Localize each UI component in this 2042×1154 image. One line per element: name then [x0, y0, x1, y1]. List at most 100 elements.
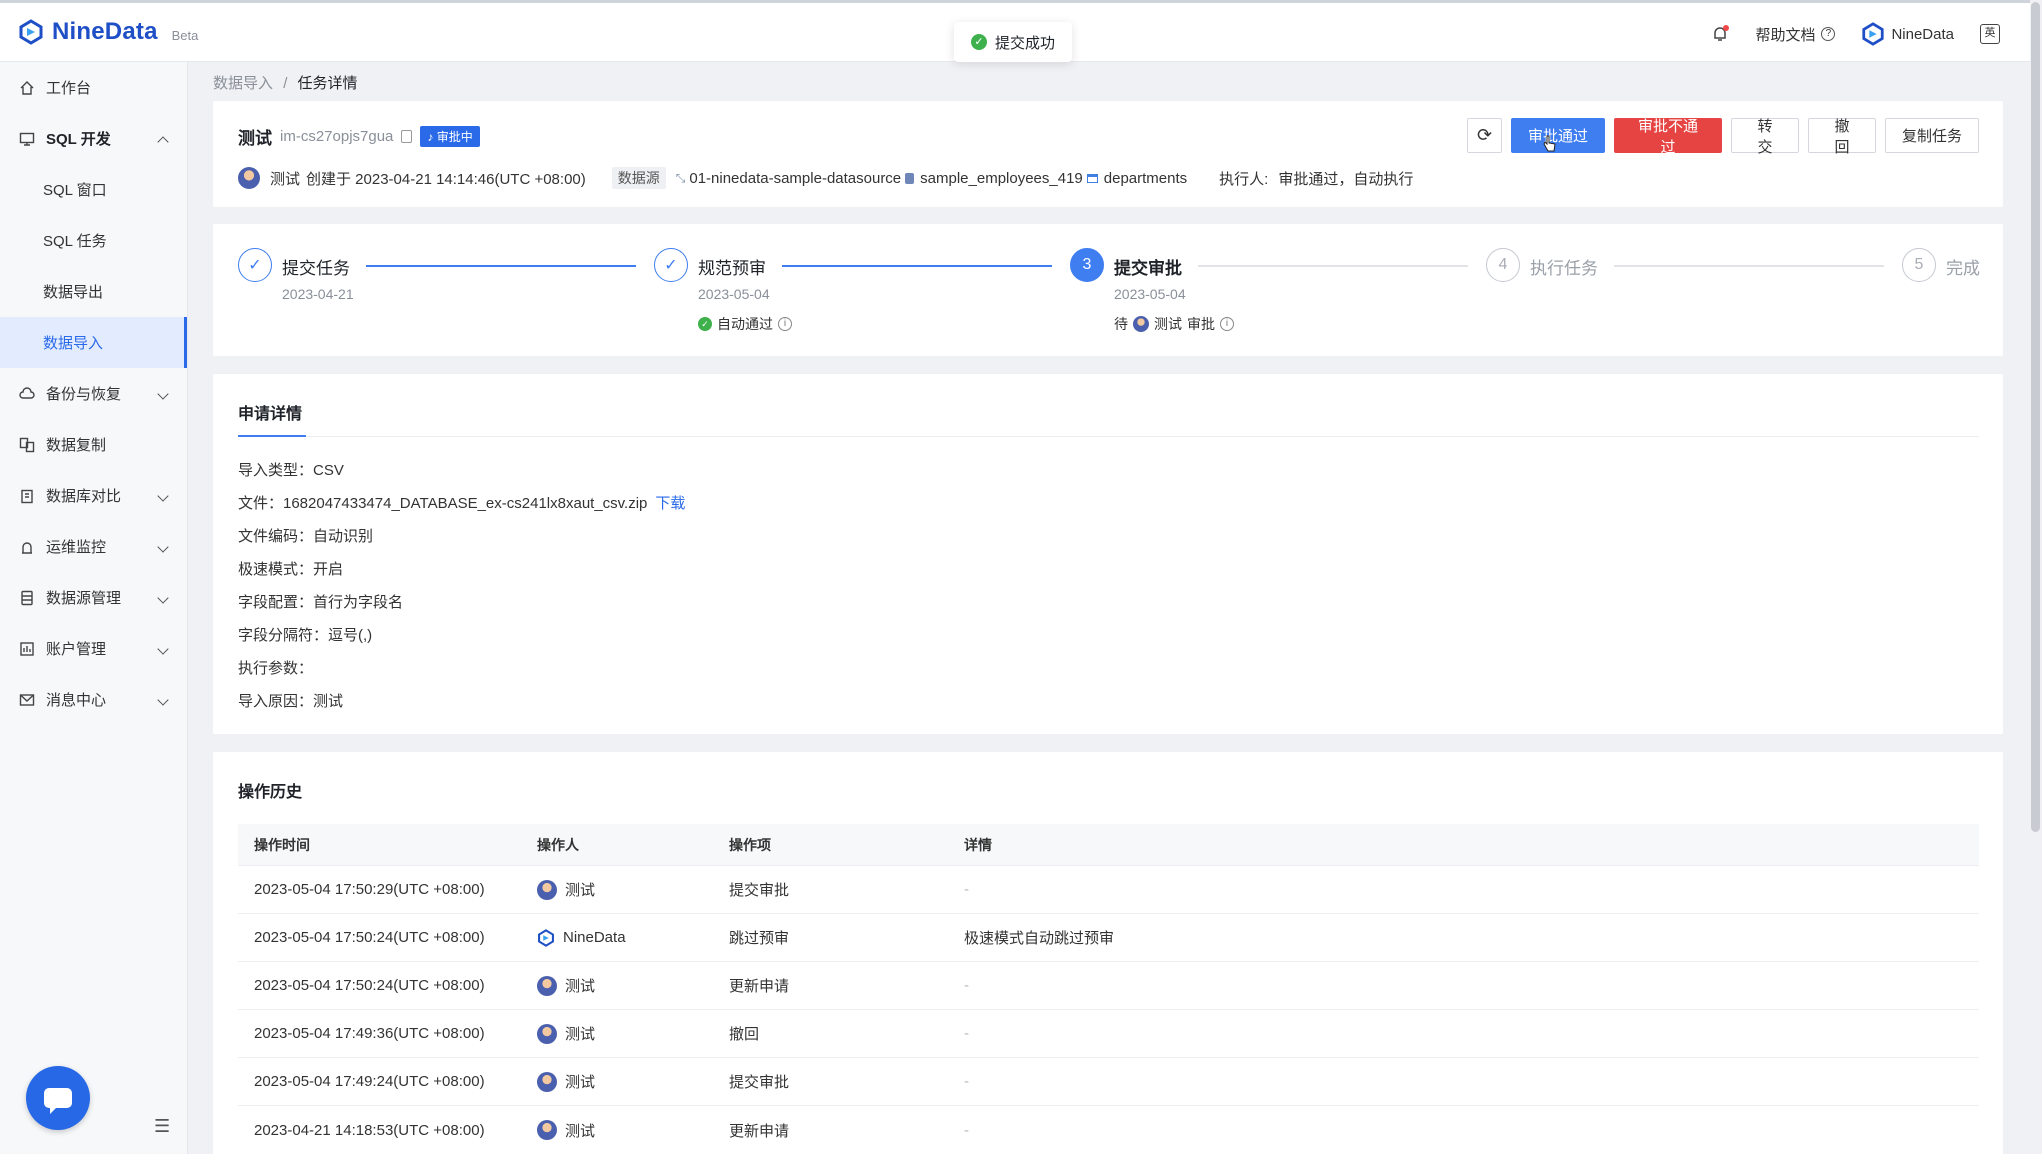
- col-header: 操作人: [537, 836, 579, 853]
- step-note: 待 测试 审批 i: [1114, 314, 1234, 334]
- section-title: 操作历史: [238, 784, 303, 801]
- cell-detail: -: [964, 881, 969, 898]
- cell-user-name: 测试: [565, 1026, 596, 1043]
- table-header: 操作时间 操作人 操作项 详情: [238, 824, 1979, 866]
- info-icon[interactable]: i: [1220, 317, 1234, 331]
- step-note-text: 自动通过: [717, 316, 773, 332]
- collapse-sidebar-icon[interactable]: ☰: [154, 1116, 170, 1137]
- sidebar-item-label: 数据复制: [46, 437, 107, 454]
- revoke-button[interactable]: 撤 回: [1808, 118, 1876, 156]
- application-details-card: 申请详情 导入类型：CSV 文件：1682047433474_DATABASE_…: [213, 374, 2003, 734]
- step-number: 3: [1070, 248, 1104, 282]
- sidebar-item-ops-monitor[interactable]: 运维监控: [0, 521, 187, 572]
- step-date: 2023-05-04: [1114, 286, 1186, 302]
- cell-user: 测试: [537, 1071, 729, 1092]
- page-scrollbar[interactable]: [2031, 2, 2040, 832]
- chat-support-button[interactable]: [26, 1066, 90, 1130]
- sidebar-item-sql-dev[interactable]: SQL 开发: [0, 113, 187, 164]
- cell-user-name: 测试: [565, 1074, 596, 1091]
- progress-steps-card: ✓ 提交任务 2023-04-21 ✓ 规范预审 2023-05-04 ✓ 自动…: [213, 224, 2003, 356]
- success-toast: ✓ 提交成功: [954, 22, 1072, 62]
- logo[interactable]: NineData Beta: [18, 18, 198, 46]
- alarm-icon: [18, 538, 36, 556]
- check-circle-icon: ✓: [698, 317, 712, 331]
- sidebar-item-data-export[interactable]: 数据导出: [0, 266, 187, 317]
- step-number: 5: [1902, 248, 1936, 282]
- help-docs-link[interactable]: 帮助文档 ?: [1755, 24, 1836, 45]
- table-row: 2023-05-04 17:50:29(UTC +08:00) 测试 提交审批 …: [238, 866, 1979, 914]
- operation-history-card: 操作历史 操作时间 操作人 操作项 详情 2023-05-04 17:50:29…: [213, 752, 2003, 1154]
- detail-file-text: 文件：1682047433474_DATABASE_ex-cs241lx8xau…: [238, 495, 648, 512]
- download-link[interactable]: 下载: [655, 495, 685, 512]
- monitor-icon: [18, 130, 36, 148]
- approve-button[interactable]: 审批通过: [1511, 118, 1605, 153]
- cell-action: 跳过预审: [729, 930, 790, 947]
- info-icon[interactable]: i: [778, 317, 792, 331]
- account-icon: [18, 640, 36, 658]
- copy-db-icon: [18, 436, 36, 454]
- sidebar-item-backup[interactable]: 备份与恢复: [0, 368, 187, 419]
- cell-user: NineData: [537, 928, 729, 947]
- sidebar-item-sql-task[interactable]: SQL 任务: [0, 215, 187, 266]
- sidebar-item-account-mgmt[interactable]: 账户管理: [0, 623, 187, 674]
- sidebar-item-replication[interactable]: 数据复制: [0, 419, 187, 470]
- sidebar-item-sql-window[interactable]: SQL 窗口: [0, 164, 187, 215]
- sidebar-item-workbench[interactable]: 工作台: [0, 62, 187, 113]
- check-circle-icon: ✓: [970, 34, 987, 50]
- table-row: 2023-05-04 17:50:24(UTC +08:00) NineData…: [238, 914, 1979, 962]
- toast-text: 提交成功: [994, 34, 1055, 52]
- check-icon: ✓: [238, 248, 272, 282]
- avatar: [537, 1120, 557, 1140]
- reject-button[interactable]: 审批不通过: [1614, 118, 1722, 156]
- status-badge-text: 审批中: [436, 130, 473, 144]
- datasource-icon: ⤡: [675, 170, 686, 185]
- home-icon: [18, 79, 36, 97]
- sidebar-item-datasource-mgmt[interactable]: 数据源管理: [0, 572, 187, 623]
- sidebar-item-label: 工作台: [46, 80, 92, 97]
- active-tab-indicator: [238, 435, 306, 437]
- sidebar-item-data-import[interactable]: 数据导入: [0, 317, 187, 368]
- section-title[interactable]: 申请详情: [238, 400, 302, 424]
- step-number: 4: [1486, 248, 1520, 282]
- ninedata-logo-icon: [538, 928, 554, 947]
- cell-user-name: 测试: [565, 978, 596, 995]
- sidebar-item-db-compare[interactable]: 数据库对比: [0, 470, 187, 521]
- language-switch-icon[interactable]: 英: [1980, 24, 2000, 44]
- history-table: 操作时间 操作人 操作项 详情 2023-05-04 17:50:29(UTC …: [238, 824, 1979, 1154]
- detail-import-type: 导入类型：CSV: [238, 462, 344, 479]
- cell-user: 测试: [537, 1120, 729, 1141]
- avatar: [537, 1071, 557, 1092]
- detail-fast-mode: 极速模式：开启: [238, 561, 344, 578]
- cell-user-name: 测试: [565, 1122, 596, 1140]
- breadcrumb-parent[interactable]: 数据导入: [213, 75, 273, 92]
- cell-user: 测试: [537, 975, 729, 996]
- sidebar: 工作台 SQL 开发 SQL 窗口 SQL 任务 数据导出 数据导入 备份与恢复…: [0, 62, 188, 1154]
- copy-icon[interactable]: [401, 130, 413, 143]
- cell-action: 更新申请: [729, 1122, 790, 1140]
- col-header: 详情: [964, 836, 992, 853]
- cell-time: 2023-04-21 14:18:53(UTC +08:00): [254, 1121, 485, 1139]
- step-connector: [366, 265, 636, 267]
- refresh-button[interactable]: ⟳: [1467, 118, 1502, 153]
- cell-action: 撤回: [729, 1026, 760, 1043]
- step-label: 提交审批: [1114, 259, 1182, 278]
- cell-detail: -: [964, 977, 969, 994]
- detail-file: 文件：1682047433474_DATABASE_ex-cs241lx8xau…: [238, 492, 685, 513]
- sidebar-item-label: 运维监控: [46, 539, 107, 556]
- user-menu[interactable]: NineData: [1861, 22, 1954, 46]
- step-connector: [782, 265, 1052, 267]
- cell-user: 测试: [537, 879, 729, 900]
- cell-time: 2023-05-04 17:50:29(UTC +08:00): [254, 881, 485, 898]
- step-label: 执行任务: [1530, 259, 1598, 278]
- step-note: ✓ 自动通过 i: [698, 314, 792, 334]
- notification-bell-icon[interactable]: [1711, 25, 1730, 43]
- sidebar-item-message-center[interactable]: 消息中心: [0, 674, 187, 725]
- database-name: sample_employees_419: [920, 169, 1083, 187]
- copy-task-button[interactable]: 复制任务: [1885, 118, 1979, 153]
- step-note-user: 测试: [1154, 316, 1182, 332]
- cell-detail: -: [964, 1121, 969, 1139]
- cell-action: 更新申请: [729, 978, 790, 995]
- chevron-down-icon: [157, 489, 169, 502]
- transfer-button[interactable]: 转 交: [1731, 118, 1799, 156]
- created-time: 创建于 2023-04-21 14:14:46(UTC +08:00): [306, 170, 586, 188]
